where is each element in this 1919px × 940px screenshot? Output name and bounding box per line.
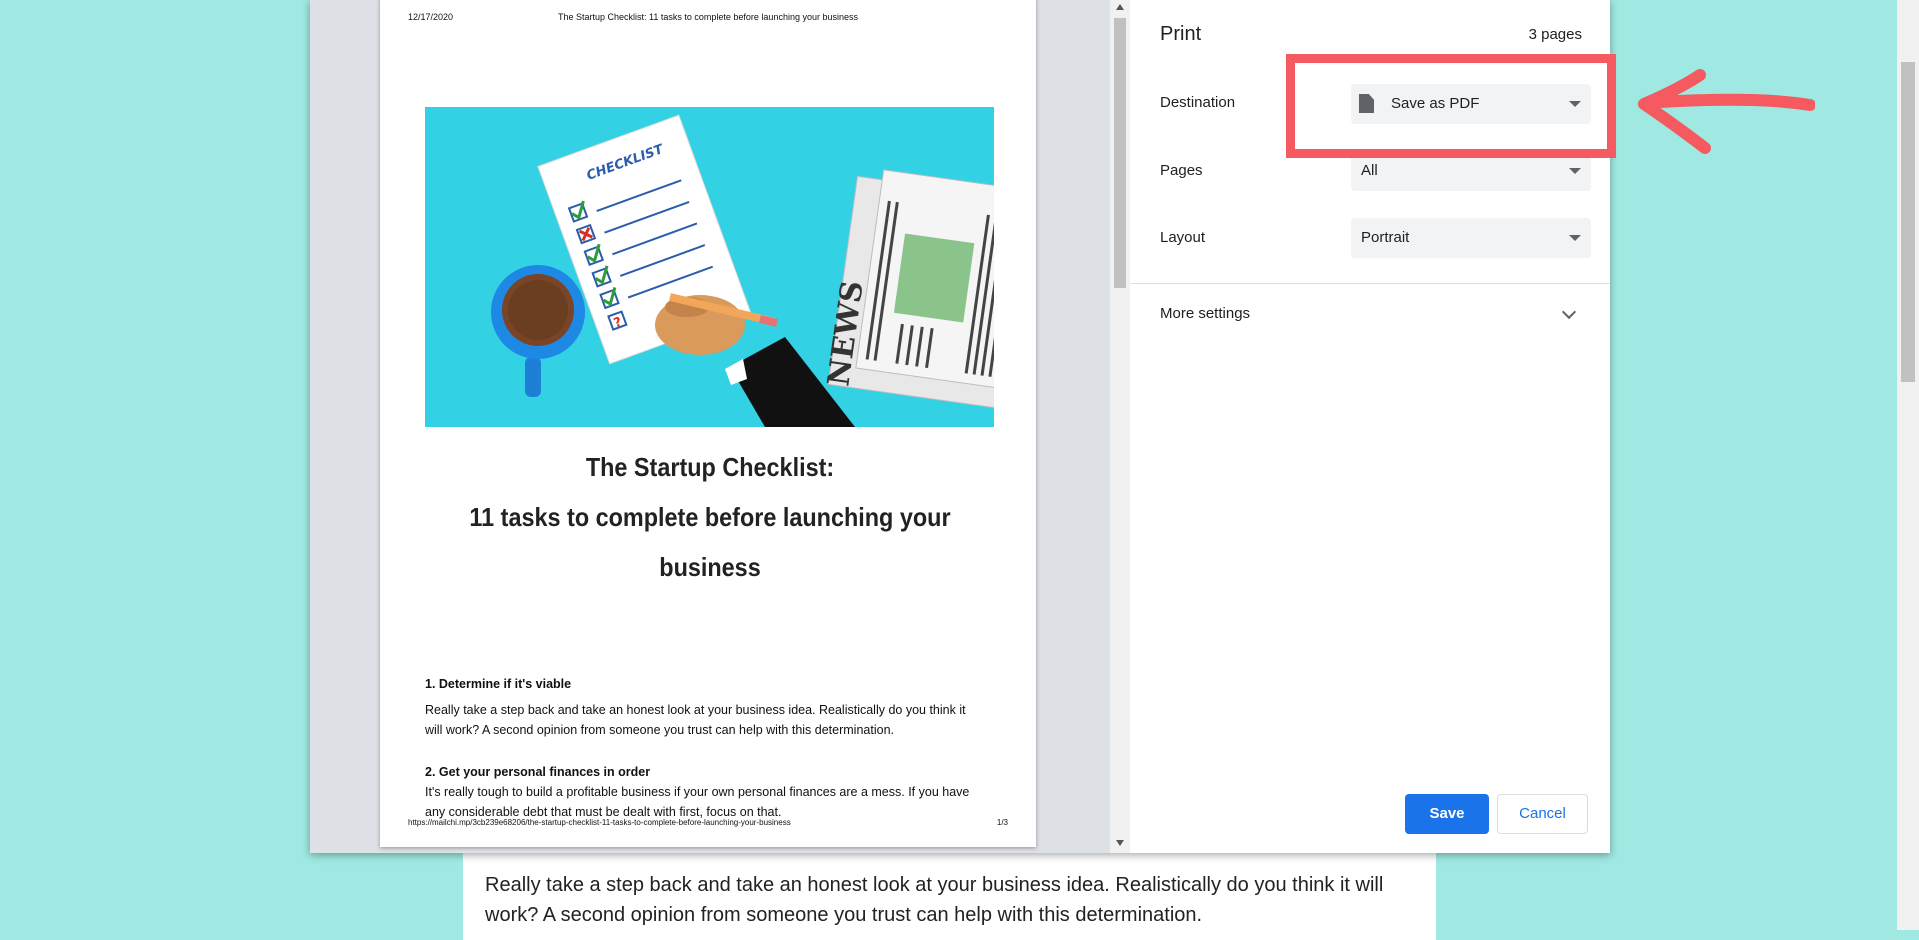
section-title: 1. Determine if it's viable xyxy=(425,677,572,691)
section-1: 1. Determine if it's viable Really take … xyxy=(425,674,985,740)
pages-value: All xyxy=(1361,162,1378,179)
section-title: 2. Get your personal finances in order xyxy=(425,765,651,779)
dropdown-arrow-icon xyxy=(1569,168,1581,174)
more-settings-label: More settings xyxy=(1160,305,1251,322)
layout-value: Portrait xyxy=(1361,229,1410,246)
page-scrollbar[interactable] xyxy=(1897,0,1919,930)
scroll-up-arrow-icon[interactable] xyxy=(1116,4,1124,10)
section-line: will work? A second opinion from someone… xyxy=(425,723,894,737)
layout-select[interactable]: Portrait xyxy=(1351,218,1591,258)
more-settings-toggle[interactable]: More settings xyxy=(1130,290,1610,336)
section-line: Really take a step back and take an hone… xyxy=(425,703,966,717)
preview-footer-page: 1/3 xyxy=(996,818,1008,827)
article-paragraph: Really take a step back and take an hone… xyxy=(485,874,1384,926)
preview-header-title: The Startup Checklist: 11 tasks to compl… xyxy=(558,12,858,22)
dropdown-arrow-icon xyxy=(1569,235,1581,241)
print-preview-area: 12/17/2020 The Startup Checklist: 11 tas… xyxy=(310,0,1110,853)
preview-footer-url: https://mailchi.mp/3cb239e68206/the-star… xyxy=(408,818,791,827)
preview-scrollbar[interactable] xyxy=(1110,0,1130,853)
print-title: Print xyxy=(1160,23,1202,45)
article-card: Really take a step back and take an hone… xyxy=(463,850,1436,940)
document-heading: The Startup Checklist: 11 tasks to compl… xyxy=(420,442,1000,592)
preview-scrollbar-thumb[interactable] xyxy=(1114,18,1126,288)
page-count: 3 pages xyxy=(1528,26,1582,43)
heading-line-3: business xyxy=(659,552,761,582)
pages-label: Pages xyxy=(1160,162,1203,179)
save-button[interactable]: Save xyxy=(1405,794,1489,834)
section-line: It's really tough to build a profitable … xyxy=(425,785,970,799)
preview-page: 12/17/2020 The Startup Checklist: 11 tas… xyxy=(380,0,1036,847)
divider xyxy=(1130,283,1610,284)
checklist-illustration: CHECKLIST ? NEWS xyxy=(425,107,994,427)
layout-label: Layout xyxy=(1160,229,1206,246)
annotation-highlight-box xyxy=(1286,54,1616,158)
heading-line-2: 11 tasks to complete before launching yo… xyxy=(469,502,951,532)
cancel-button[interactable]: Cancel xyxy=(1497,794,1588,834)
destination-label: Destination xyxy=(1160,94,1236,111)
annotation-arrow-icon xyxy=(1638,69,1815,154)
scroll-down-arrow-icon[interactable] xyxy=(1116,840,1124,846)
chevron-down-icon xyxy=(1561,304,1577,320)
section-2: 2. Get your personal finances in order I… xyxy=(425,762,985,822)
heading-line-1: The Startup Checklist: xyxy=(585,452,835,482)
page-scrollbar-thumb[interactable] xyxy=(1901,62,1915,382)
